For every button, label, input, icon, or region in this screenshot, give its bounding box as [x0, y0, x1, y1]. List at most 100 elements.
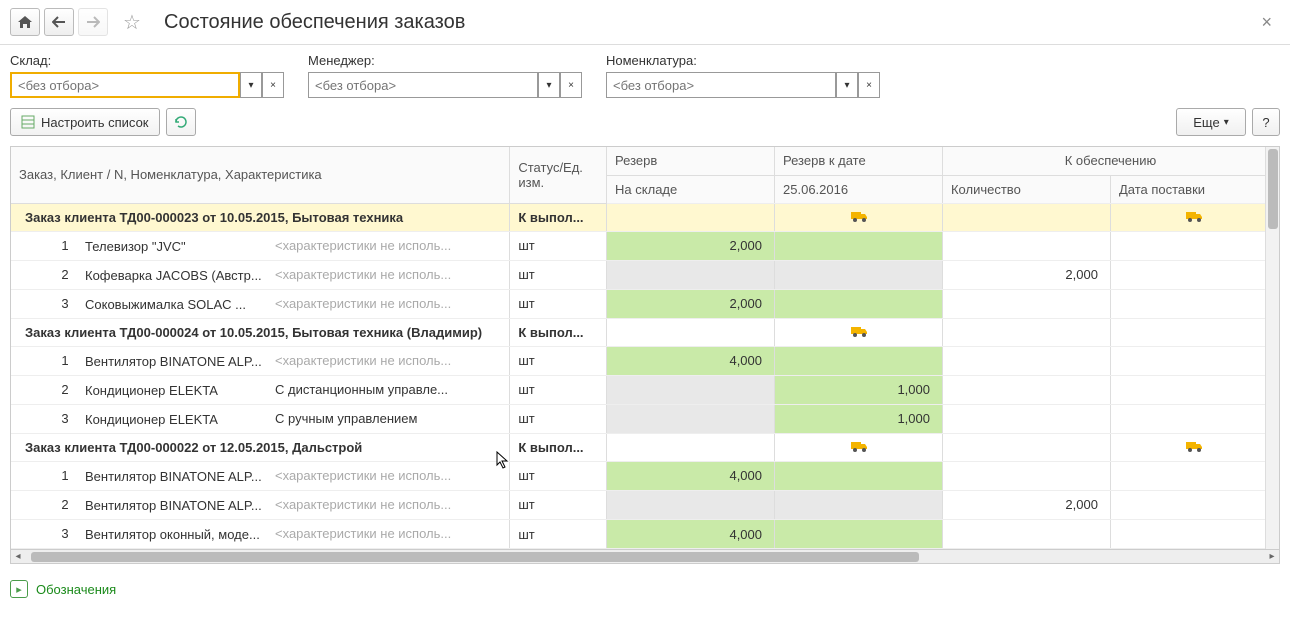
table-row[interactable]: 3Вентилятор оконный, моде...<характерист…	[11, 520, 1279, 549]
item-cell: 3Соковыжималка SOLAC ...<характеристики …	[11, 289, 510, 318]
hscroll-thumb[interactable]	[31, 552, 919, 562]
help-button[interactable]: ?	[1252, 108, 1280, 136]
th-bydate-sub[interactable]: 25.06.2016	[775, 175, 943, 203]
item-ship	[1110, 461, 1278, 490]
item-ship	[1110, 490, 1278, 519]
item-ship	[1110, 520, 1278, 549]
item-qty: 2,000	[942, 260, 1110, 289]
item-unit: шт	[510, 231, 607, 260]
filter-warehouse-clear[interactable]: ×	[262, 72, 284, 98]
group-bydate	[775, 433, 943, 461]
th-provision[interactable]: К обеспечению	[942, 147, 1278, 175]
line-number: 3	[45, 411, 85, 426]
configure-list-button[interactable]: Настроить список	[10, 108, 160, 136]
chevron-right-icon: ▸	[16, 583, 22, 596]
filter-nomen-dropdown[interactable]: ▾	[836, 72, 858, 98]
item-bydate	[775, 461, 943, 490]
line-number: 3	[45, 526, 85, 541]
clear-icon: ×	[866, 80, 872, 91]
filter-nomen-label: Номенклатура:	[606, 53, 880, 68]
item-unit: шт	[510, 404, 607, 433]
filter-manager-clear[interactable]: ×	[560, 72, 582, 98]
forward-button[interactable]	[78, 8, 108, 36]
item-unit: шт	[510, 520, 607, 549]
table-row[interactable]: 1Телевизор "JVC"<характеристики не испол…	[11, 231, 1279, 260]
table-row[interactable]: 3Соковыжималка SOLAC ...<характеристики …	[11, 289, 1279, 318]
item-reserve: 4,000	[607, 520, 775, 549]
hscroll-right-arrow[interactable]: ▸	[1265, 551, 1279, 562]
group-status: К выпол...	[510, 318, 607, 346]
th-reserve-sub[interactable]: На складе	[607, 175, 775, 203]
truck-icon	[851, 440, 867, 452]
th-qty[interactable]: Количество	[942, 175, 1110, 203]
line-number: 2	[45, 497, 85, 512]
back-button[interactable]	[44, 8, 74, 36]
group-row[interactable]: Заказ клиента ТД00-000024 от 10.05.2015,…	[11, 318, 1279, 346]
refresh-icon	[173, 114, 189, 130]
refresh-button[interactable]	[166, 108, 196, 136]
horizontal-scrollbar[interactable]: ◂ ▸	[11, 549, 1279, 563]
home-button[interactable]	[10, 8, 40, 36]
item-name: Вентилятор BINATONE ALP...	[85, 469, 275, 484]
group-row[interactable]: Заказ клиента ТД00-000023 от 10.05.2015,…	[11, 203, 1279, 231]
th-reserve[interactable]: Резерв	[607, 147, 775, 175]
th-status[interactable]: Статус/Ед. изм.	[510, 147, 607, 203]
favorite-star[interactable]: ☆	[118, 8, 146, 36]
item-bydate	[775, 260, 943, 289]
filter-nomen-clear[interactable]: ×	[858, 72, 880, 98]
truck-icon	[851, 210, 867, 222]
item-ship	[1110, 375, 1278, 404]
th-bydate[interactable]: Резерв к дате	[775, 147, 943, 175]
item-reserve	[607, 260, 775, 289]
th-nomen[interactable]: Заказ, Клиент / N, Номенклатура, Характе…	[11, 147, 510, 203]
filter-manager-dropdown[interactable]: ▾	[538, 72, 560, 98]
vertical-scrollbar[interactable]	[1265, 147, 1279, 549]
page-title: Состояние обеспечения заказов	[164, 11, 465, 34]
item-unit: шт	[510, 289, 607, 318]
table-row[interactable]: 2Кофеварка JACOBS (Австр...<характеристи…	[11, 260, 1279, 289]
filter-warehouse-label: Склад:	[10, 53, 284, 68]
item-bydate: 1,000	[775, 404, 943, 433]
home-icon	[17, 15, 33, 29]
item-bydate	[775, 346, 943, 375]
item-reserve	[607, 404, 775, 433]
more-button[interactable]: Еще ▾	[1176, 108, 1246, 136]
group-row[interactable]: Заказ клиента ТД00-000022 от 12.05.2015,…	[11, 433, 1279, 461]
table-row[interactable]: 2Вентилятор BINATONE ALP...<характеристи…	[11, 490, 1279, 519]
line-number: 1	[45, 238, 85, 253]
filter-nomen-input[interactable]	[606, 72, 836, 98]
star-icon: ☆	[123, 10, 141, 35]
item-reserve: 4,000	[607, 461, 775, 490]
item-cell: 1Телевизор "JVC"<характеристики не испол…	[11, 231, 510, 260]
hscroll-left-arrow[interactable]: ◂	[11, 551, 25, 562]
item-characteristic: <характеристики не исполь...	[275, 353, 451, 368]
chevron-down-icon: ▾	[546, 80, 551, 91]
item-reserve	[607, 490, 775, 519]
close-icon: ×	[1261, 12, 1272, 32]
close-button[interactable]: ×	[1253, 12, 1280, 33]
filter-warehouse-dropdown[interactable]: ▾	[240, 72, 262, 98]
group-title: Заказ клиента ТД00-000023 от 10.05.2015,…	[11, 203, 510, 231]
table-row[interactable]: 1Вентилятор BINATONE ALP...<характеристи…	[11, 346, 1279, 375]
item-characteristic: С дистанционным управле...	[275, 382, 448, 397]
arrow-left-icon	[52, 16, 66, 28]
table-row[interactable]: 3Кондиционер ELEKTAС ручным управлениемш…	[11, 404, 1279, 433]
group-ship	[1110, 203, 1278, 231]
legend-label[interactable]: Обозначения	[36, 582, 116, 597]
legend-expand-button[interactable]: ▸	[10, 580, 28, 598]
table-row[interactable]: 1Вентилятор BINATONE ALP...<характеристи…	[11, 461, 1279, 490]
configure-icon	[21, 115, 35, 129]
filter-manager-input[interactable]	[308, 72, 538, 98]
line-number: 2	[45, 382, 85, 397]
vscroll-thumb[interactable]	[1268, 149, 1278, 229]
group-qty	[942, 433, 1110, 461]
table-row[interactable]: 2Кондиционер ELEKTAС дистанционным управ…	[11, 375, 1279, 404]
item-bydate	[775, 231, 943, 260]
item-qty	[942, 289, 1110, 318]
filter-warehouse-input[interactable]	[10, 72, 240, 98]
item-unit: шт	[510, 461, 607, 490]
item-ship	[1110, 231, 1278, 260]
chevron-down-icon: ▾	[844, 80, 849, 91]
line-number: 1	[45, 468, 85, 483]
th-ship[interactable]: Дата поставки	[1110, 175, 1278, 203]
